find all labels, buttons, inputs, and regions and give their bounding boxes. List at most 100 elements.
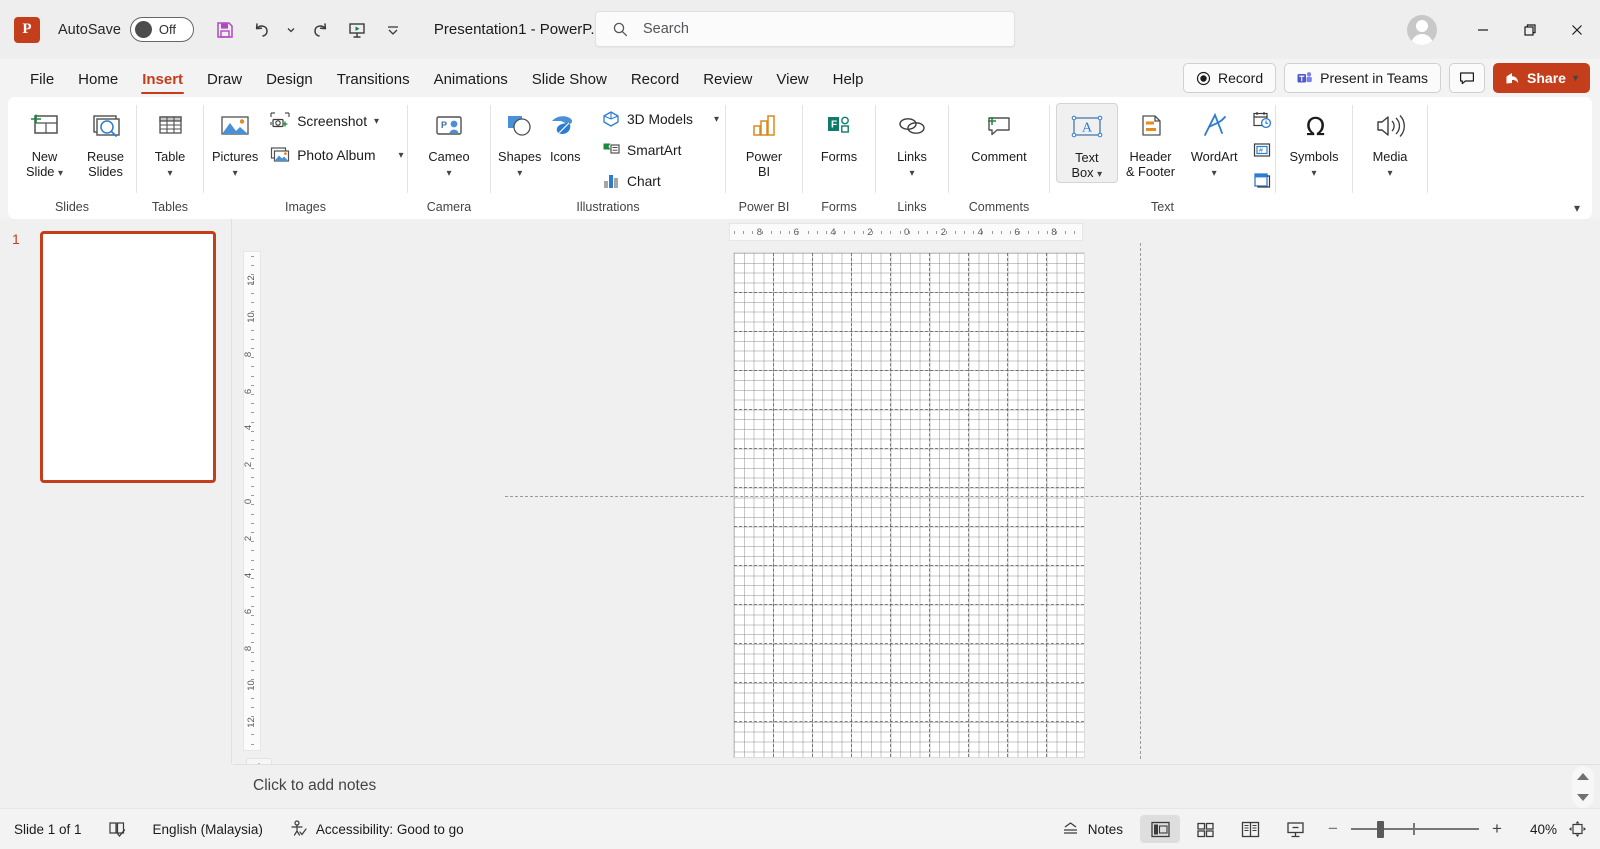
redo-icon[interactable] xyxy=(304,14,338,46)
undo-dropdown-icon[interactable] xyxy=(280,14,302,46)
record-button[interactable]: Record xyxy=(1183,63,1277,93)
comment-button[interactable]: Comment xyxy=(953,103,1045,164)
3d-models-button[interactable]: 3D Models ▾ xyxy=(596,105,725,133)
notes-pane[interactable]: Click to add notes xyxy=(233,764,1600,808)
header-footer-icon xyxy=(1135,107,1167,147)
work-area: 1 864202468 12 10 8 6 4 2 0 2 4 6 8 10 12 xyxy=(0,219,1600,764)
tab-draw[interactable]: Draw xyxy=(195,71,254,97)
power-bi-button[interactable]: Power BI xyxy=(733,103,795,179)
present-in-teams-label: Present in Teams xyxy=(1320,70,1429,86)
date-time-icon[interactable] xyxy=(1249,107,1275,133)
forms-button[interactable]: F Forms xyxy=(808,103,870,164)
tab-slide-show[interactable]: Slide Show xyxy=(520,71,619,97)
ruler-minor-tick xyxy=(991,231,993,234)
slide-thumbnail-1[interactable] xyxy=(40,231,216,483)
share-button[interactable]: Share ▾ xyxy=(1493,63,1590,93)
scroll-up-icon[interactable] xyxy=(1577,773,1589,780)
reading-view-button[interactable] xyxy=(1230,815,1270,843)
vertical-ruler[interactable]: 12 10 8 6 4 2 0 2 4 6 8 10 12 xyxy=(243,251,261,751)
vertical-guide[interactable] xyxy=(1140,243,1141,759)
text-box-button[interactable]: A Text Box ▾ xyxy=(1056,103,1118,183)
tab-insert[interactable]: Insert xyxy=(130,71,195,97)
slide-number-icon[interactable]: # xyxy=(1249,137,1275,163)
notes-button[interactable]: Notes xyxy=(1061,820,1123,838)
ruler-minor-tick xyxy=(251,375,254,377)
minimize-button[interactable] xyxy=(1459,8,1506,52)
wordart-button[interactable]: WordArt ▾ xyxy=(1183,103,1245,181)
tab-review[interactable]: Review xyxy=(691,71,764,97)
ruler-minor-tick xyxy=(761,231,763,234)
zoom-slider[interactable] xyxy=(1351,820,1479,838)
ruler-tick: 6 xyxy=(243,609,255,615)
tab-transitions[interactable]: Transitions xyxy=(325,71,422,97)
ruler-minor-tick xyxy=(826,231,827,234)
ribbon-group-illustrations: Shapes ▾ Icons 3D Models ▾ SmartArt Char… xyxy=(491,97,725,219)
search-box[interactable]: Search xyxy=(595,11,1015,47)
language-label[interactable]: English (Malaysia) xyxy=(153,822,263,837)
notes-left-gutter xyxy=(0,764,233,808)
icons-button[interactable]: Icons xyxy=(543,103,589,164)
ribbon-group-comments-label: Comments xyxy=(968,200,1030,214)
start-presentation-icon[interactable] xyxy=(340,14,374,46)
user-avatar[interactable] xyxy=(1407,14,1437,45)
slide-canvas[interactable] xyxy=(733,252,1085,758)
object-icon[interactable] xyxy=(1249,167,1275,193)
header-footer-button[interactable]: Header & Footer xyxy=(1118,103,1184,179)
tab-help[interactable]: Help xyxy=(821,71,876,97)
ruler-minor-tick xyxy=(251,725,254,727)
reuse-slides-button[interactable]: Reuse Slides xyxy=(75,103,136,179)
ruler-minor-tick xyxy=(251,743,254,745)
pictures-button[interactable]: Pictures ▾ xyxy=(212,103,258,181)
fit-to-window-button[interactable] xyxy=(1562,815,1592,843)
table-icon xyxy=(154,107,186,147)
ruler-minor-tick xyxy=(927,231,929,234)
chevron-down-icon: ▾ xyxy=(1572,72,1578,84)
present-in-teams-button[interactable]: Present in Teams xyxy=(1284,63,1442,93)
tab-record[interactable]: Record xyxy=(619,71,691,97)
zoom-slider-track xyxy=(1351,828,1479,830)
normal-view-button[interactable] xyxy=(1140,815,1180,843)
horizontal-guide[interactable] xyxy=(505,496,1584,497)
new-slide-button[interactable]: New Slide ▾ xyxy=(14,103,75,181)
zoom-out-button[interactable]: − xyxy=(1320,819,1346,839)
save-icon[interactable] xyxy=(208,14,242,46)
undo-icon[interactable] xyxy=(244,14,278,46)
close-button[interactable] xyxy=(1553,8,1600,52)
restore-button[interactable] xyxy=(1506,8,1553,52)
accessibility-status[interactable]: Accessibility: Good to go xyxy=(289,820,464,838)
canvas-scroll-arrows[interactable] xyxy=(1572,766,1594,808)
symbols-button[interactable]: Ω Symbols ▾ xyxy=(1278,103,1350,181)
screenshot-button[interactable]: Screenshot ▾ xyxy=(264,107,409,135)
slide-sorter-button[interactable] xyxy=(1185,815,1225,843)
links-button[interactable]: Links ▾ xyxy=(881,103,943,181)
tab-view[interactable]: View xyxy=(764,71,820,97)
zoom-slider-thumb[interactable] xyxy=(1377,820,1384,838)
ruler-minor-tick xyxy=(251,522,254,524)
tab-home[interactable]: Home xyxy=(66,71,130,97)
comments-button[interactable] xyxy=(1449,63,1486,93)
autosave-toggle[interactable]: Off xyxy=(129,17,194,42)
slide-count-label[interactable]: Slide 1 of 1 xyxy=(14,822,82,837)
ruler-minor-tick xyxy=(844,231,846,234)
chart-button[interactable]: Chart xyxy=(596,167,725,195)
cameo-button[interactable]: P Cameo ▾ xyxy=(418,103,480,181)
horizontal-ruler[interactable]: 864202468 xyxy=(729,223,1083,241)
scroll-down-icon[interactable] xyxy=(1577,794,1589,801)
tab-file[interactable]: File xyxy=(18,71,66,97)
smartart-button[interactable]: SmartArt xyxy=(596,136,725,164)
media-button[interactable]: Media ▾ xyxy=(1359,103,1421,181)
slide-show-button[interactable] xyxy=(1275,815,1315,843)
slide-thumbnail-pane[interactable]: 1 xyxy=(0,219,232,764)
table-button[interactable]: Table ▾ xyxy=(139,103,201,181)
photo-album-button[interactable]: Photo Album ▾ xyxy=(264,141,409,169)
customize-qat-icon[interactable] xyxy=(376,14,410,46)
zoom-level-label[interactable]: 40% xyxy=(1515,822,1557,837)
spellcheck-icon[interactable] xyxy=(108,820,127,838)
tab-design[interactable]: Design xyxy=(254,71,325,97)
tab-animations[interactable]: Animations xyxy=(422,71,520,97)
wordart-label: WordArt ▾ xyxy=(1190,149,1238,179)
zoom-in-button[interactable]: + xyxy=(1484,819,1510,839)
collapse-ribbon-button[interactable]: ▾ xyxy=(1574,201,1580,215)
ruler-minor-tick xyxy=(982,231,984,234)
shapes-button[interactable]: Shapes ▾ xyxy=(497,103,543,181)
